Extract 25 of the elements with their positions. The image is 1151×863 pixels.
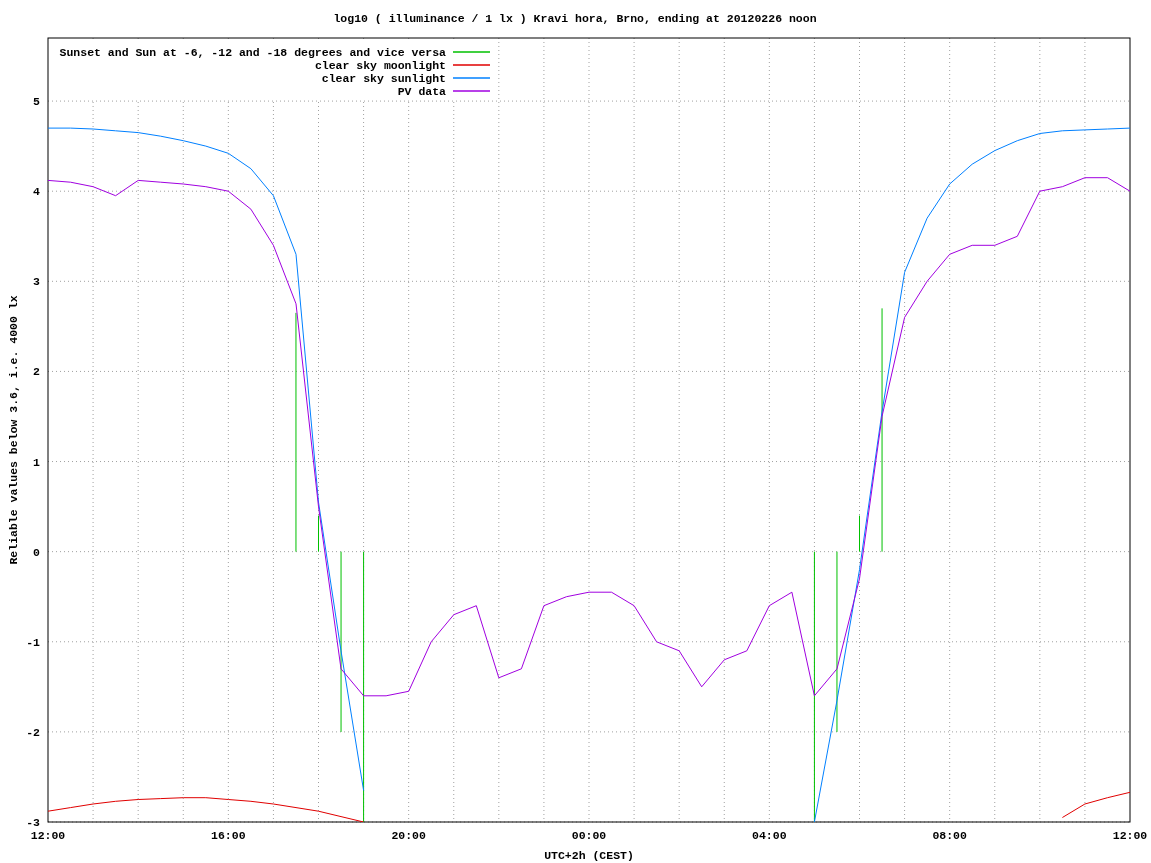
chart-title: log10 ( illuminance / 1 lx ) Kravi hora, Brno, ending at 20120226 noon — [333, 12, 817, 25]
x-tick-label: 16:00 — [211, 829, 246, 842]
x-tick-label: 12:00 — [1112, 829, 1148, 842]
x-tick-label: 12:00 — [30, 829, 66, 842]
y-tick-label: 5 — [33, 95, 40, 109]
y-axis-label: Reliable values below 3.6, i.e. 4000 lx — [7, 295, 20, 565]
marker-bar — [859, 515, 860, 552]
y-tick-label: 0 — [33, 545, 40, 559]
y-tick-label: 2 — [33, 365, 40, 379]
y-tick-label: 1 — [33, 455, 40, 469]
y-tick-label: -2 — [26, 725, 40, 739]
legend-label: PV data — [397, 85, 446, 98]
x-tick-label: 00:00 — [571, 829, 607, 842]
y-tick-label: -3 — [26, 816, 40, 829]
legend-label: clear sky moonlight — [314, 59, 446, 72]
x-tick-label: 04:00 — [752, 829, 787, 842]
y-tick-label: 3 — [33, 275, 40, 289]
legend-label: clear sky sunlight — [321, 72, 446, 85]
y-tick-label: -1 — [26, 635, 40, 649]
y-tick-label: 4 — [33, 185, 40, 199]
marker-bar — [318, 515, 319, 552]
x-tick-label: 20:00 — [391, 829, 426, 842]
legend-label: Sunset and Sun at -6, -12 and -18 degrees and vice versa — [59, 46, 446, 59]
x-axis-label: UTC+2h (CEST) — [544, 849, 634, 862]
x-tick-label: 08:00 — [932, 829, 967, 842]
